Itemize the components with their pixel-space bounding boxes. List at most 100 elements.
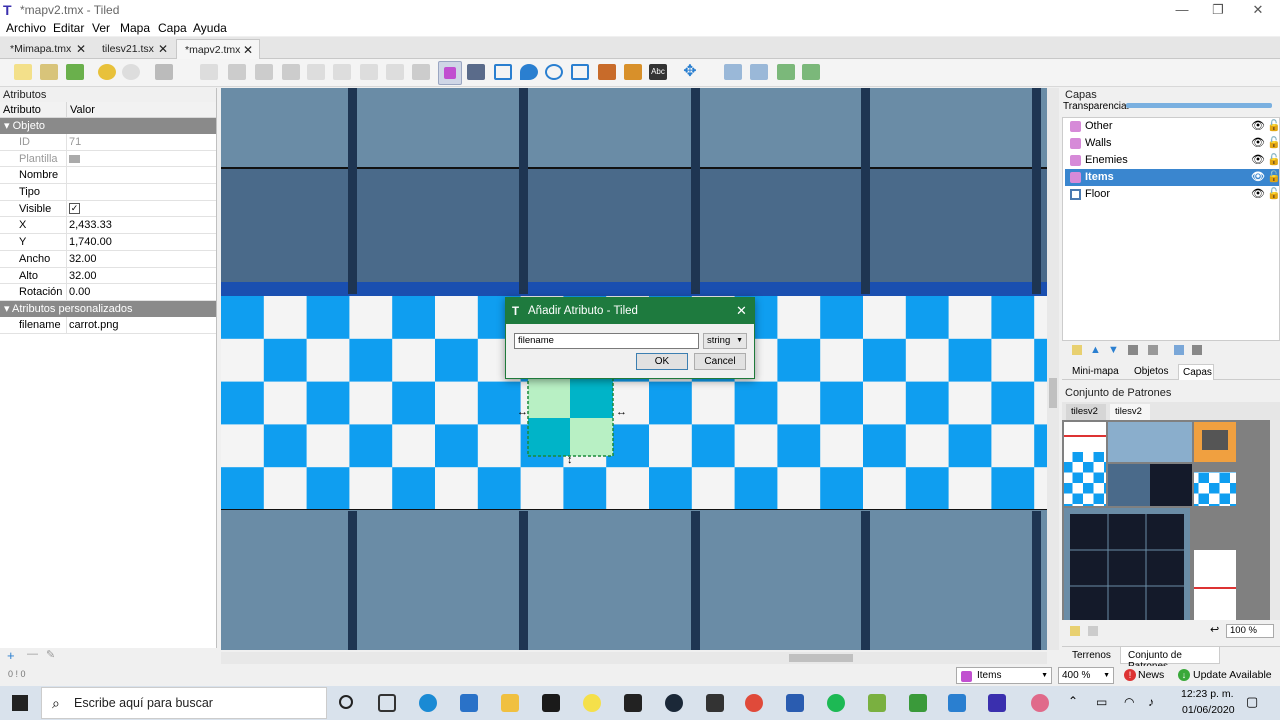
new-file-icon[interactable] <box>14 64 32 80</box>
eye-icon[interactable]: 👁 <box>1251 118 1265 135</box>
eye-icon[interactable]: 👁 <box>1251 135 1265 152</box>
attribute-name-input[interactable]: filename <box>514 333 699 349</box>
news-button[interactable]: News <box>1138 669 1164 681</box>
insert-ellipse-icon[interactable] <box>545 64 563 80</box>
row-filename[interactable]: filename carrot.png <box>0 316 216 334</box>
row-visible[interactable]: Visible ✓ <box>0 200 216 218</box>
delete-layer-icon[interactable] <box>1148 345 1158 355</box>
insert-tile-icon[interactable] <box>598 64 616 80</box>
row-tipo[interactable]: Tipo <box>0 184 216 201</box>
layer-walls[interactable]: Walls 👁 🔓 <box>1065 135 1280 152</box>
error-count[interactable]: 0 ! 0 <box>8 669 26 679</box>
taskbar-search[interactable]: ⌕ Escribe aquí para buscar <box>41 687 327 719</box>
ok-button[interactable]: OK <box>636 353 688 370</box>
rotate-left-icon[interactable] <box>777 64 795 80</box>
random-icon[interactable] <box>386 64 404 80</box>
flip-horizontal-icon[interactable] <box>724 64 742 80</box>
app-icon[interactable] <box>909 694 927 712</box>
close-icon[interactable]: ✕ <box>158 42 168 56</box>
dialog-close-button[interactable]: ✕ <box>736 298 747 324</box>
tab-tileset[interactable]: tilesv2 <box>1110 404 1150 420</box>
tab-mimapa[interactable]: *Mimapa.tmx ✕ <box>2 39 92 59</box>
duplicate-layer-icon[interactable] <box>1128 345 1138 355</box>
remove-attribute-button[interactable]: — <box>27 648 38 660</box>
file-explorer-icon[interactable] <box>501 694 519 712</box>
eye-icon[interactable]: 👁 <box>1251 152 1265 169</box>
select-objects-icon[interactable] <box>438 61 462 85</box>
scroll-thumb[interactable] <box>789 654 853 662</box>
close-icon[interactable]: ✕ <box>243 43 253 57</box>
network-icon[interactable]: ▭ <box>1096 695 1107 709</box>
menu-editar[interactable]: Editar <box>53 21 84 35</box>
vscode-icon[interactable] <box>948 694 966 712</box>
rect-select-icon[interactable] <box>307 64 325 80</box>
wang-icon[interactable] <box>412 64 430 80</box>
save-icon[interactable] <box>66 64 84 80</box>
mail-icon[interactable] <box>460 694 478 712</box>
layer-select[interactable]: Items ▼ <box>956 667 1052 684</box>
clock-time[interactable]: 12:23 p. m. <box>1181 688 1234 700</box>
row-nombre[interactable]: Nombre <box>0 167 216 185</box>
wifi-icon[interactable]: ◠ <box>1124 695 1134 709</box>
resize-handle-icon[interactable]: ↕ <box>567 454 573 466</box>
fill-icon[interactable] <box>228 64 246 80</box>
update-available-button[interactable]: Update Available <box>1193 669 1272 681</box>
layer-option-icon[interactable] <box>1174 345 1184 355</box>
insert-text-icon[interactable]: Abc <box>649 64 667 80</box>
eye-icon[interactable]: 👁 <box>1251 186 1265 203</box>
layer-items[interactable]: Items 👁 🔓 <box>1065 169 1280 186</box>
magic-wand-icon[interactable] <box>333 64 351 80</box>
chrome-icon[interactable] <box>745 694 763 712</box>
import-tileset-icon[interactable] <box>1088 626 1098 636</box>
spotify-icon[interactable] <box>827 694 845 712</box>
new-layer-icon[interactable] <box>1072 345 1082 355</box>
dropbox-icon[interactable] <box>542 694 560 712</box>
menu-archivo[interactable]: Archivo <box>6 21 46 35</box>
close-icon[interactable]: ✕ <box>76 42 86 56</box>
search-input[interactable]: Escribe aquí para buscar <box>74 696 213 710</box>
shape-fill-icon[interactable] <box>255 64 273 80</box>
new-tileset-icon[interactable] <box>1070 626 1080 636</box>
move-icon[interactable]: ✥ <box>681 64 699 80</box>
tab-tileset[interactable]: tilesv2 <box>1066 404 1106 420</box>
terrain-brush-icon[interactable] <box>200 64 218 80</box>
stamp-brush-icon[interactable] <box>155 64 173 80</box>
tiled-taskbar-icon[interactable] <box>988 694 1006 712</box>
vertical-scrollbar[interactable] <box>1047 88 1059 650</box>
chevron-up-icon[interactable]: ⌃ <box>1068 694 1078 708</box>
layer-floor[interactable]: Floor 👁 🔓 <box>1065 186 1280 203</box>
insert-point-icon[interactable] <box>520 64 538 80</box>
lock-icon[interactable]: 🔓 <box>1267 152 1280 169</box>
tab-terrains[interactable]: Terrenos <box>1072 650 1111 661</box>
visible-checkbox[interactable]: ✓ <box>69 203 80 215</box>
menu-capa[interactable]: Capa <box>158 21 187 35</box>
undo-icon[interactable] <box>98 64 116 80</box>
select-same-icon[interactable] <box>360 64 378 80</box>
row-rotacion[interactable]: Rotación 0.00 <box>0 284 216 301</box>
rename-attribute-button[interactable]: ✎ <box>46 648 55 661</box>
insert-polygon-icon[interactable] <box>571 64 589 80</box>
task-view-icon[interactable] <box>378 694 396 712</box>
tab-minimap[interactable]: Mini-mapa <box>1072 366 1119 377</box>
tileset-zoom-select[interactable]: 100 % <box>1226 624 1274 638</box>
tab-objects[interactable]: Objetos <box>1134 366 1168 377</box>
eraser-icon[interactable] <box>282 64 300 80</box>
tileset-scrollbar[interactable] <box>1270 420 1280 620</box>
flip-vertical-icon[interactable] <box>750 64 768 80</box>
raise-layer-icon[interactable]: ▲ <box>1090 344 1101 356</box>
group-custom[interactable]: ▾ Atributos personalizados <box>0 300 216 317</box>
maximize-button[interactable]: ❐ <box>1200 0 1236 20</box>
eye-icon[interactable]: 👁 <box>1251 169 1265 186</box>
app-icon[interactable] <box>624 694 642 712</box>
tileset-view[interactable] <box>1062 420 1280 620</box>
opacity-slider[interactable] <box>1126 103 1272 108</box>
rotate-right-icon[interactable] <box>802 64 820 80</box>
resize-handle-icon[interactable]: ↔ <box>616 406 627 418</box>
menu-ver[interactable]: Ver <box>92 21 110 35</box>
row-ancho[interactable]: Ancho 32.00 <box>0 250 216 268</box>
edge-icon[interactable] <box>419 694 437 712</box>
open-file-icon[interactable] <box>40 64 58 80</box>
lock-icon[interactable]: 🔓 <box>1267 169 1280 186</box>
app-icon[interactable] <box>1031 694 1049 712</box>
store-icon[interactable] <box>706 694 724 712</box>
